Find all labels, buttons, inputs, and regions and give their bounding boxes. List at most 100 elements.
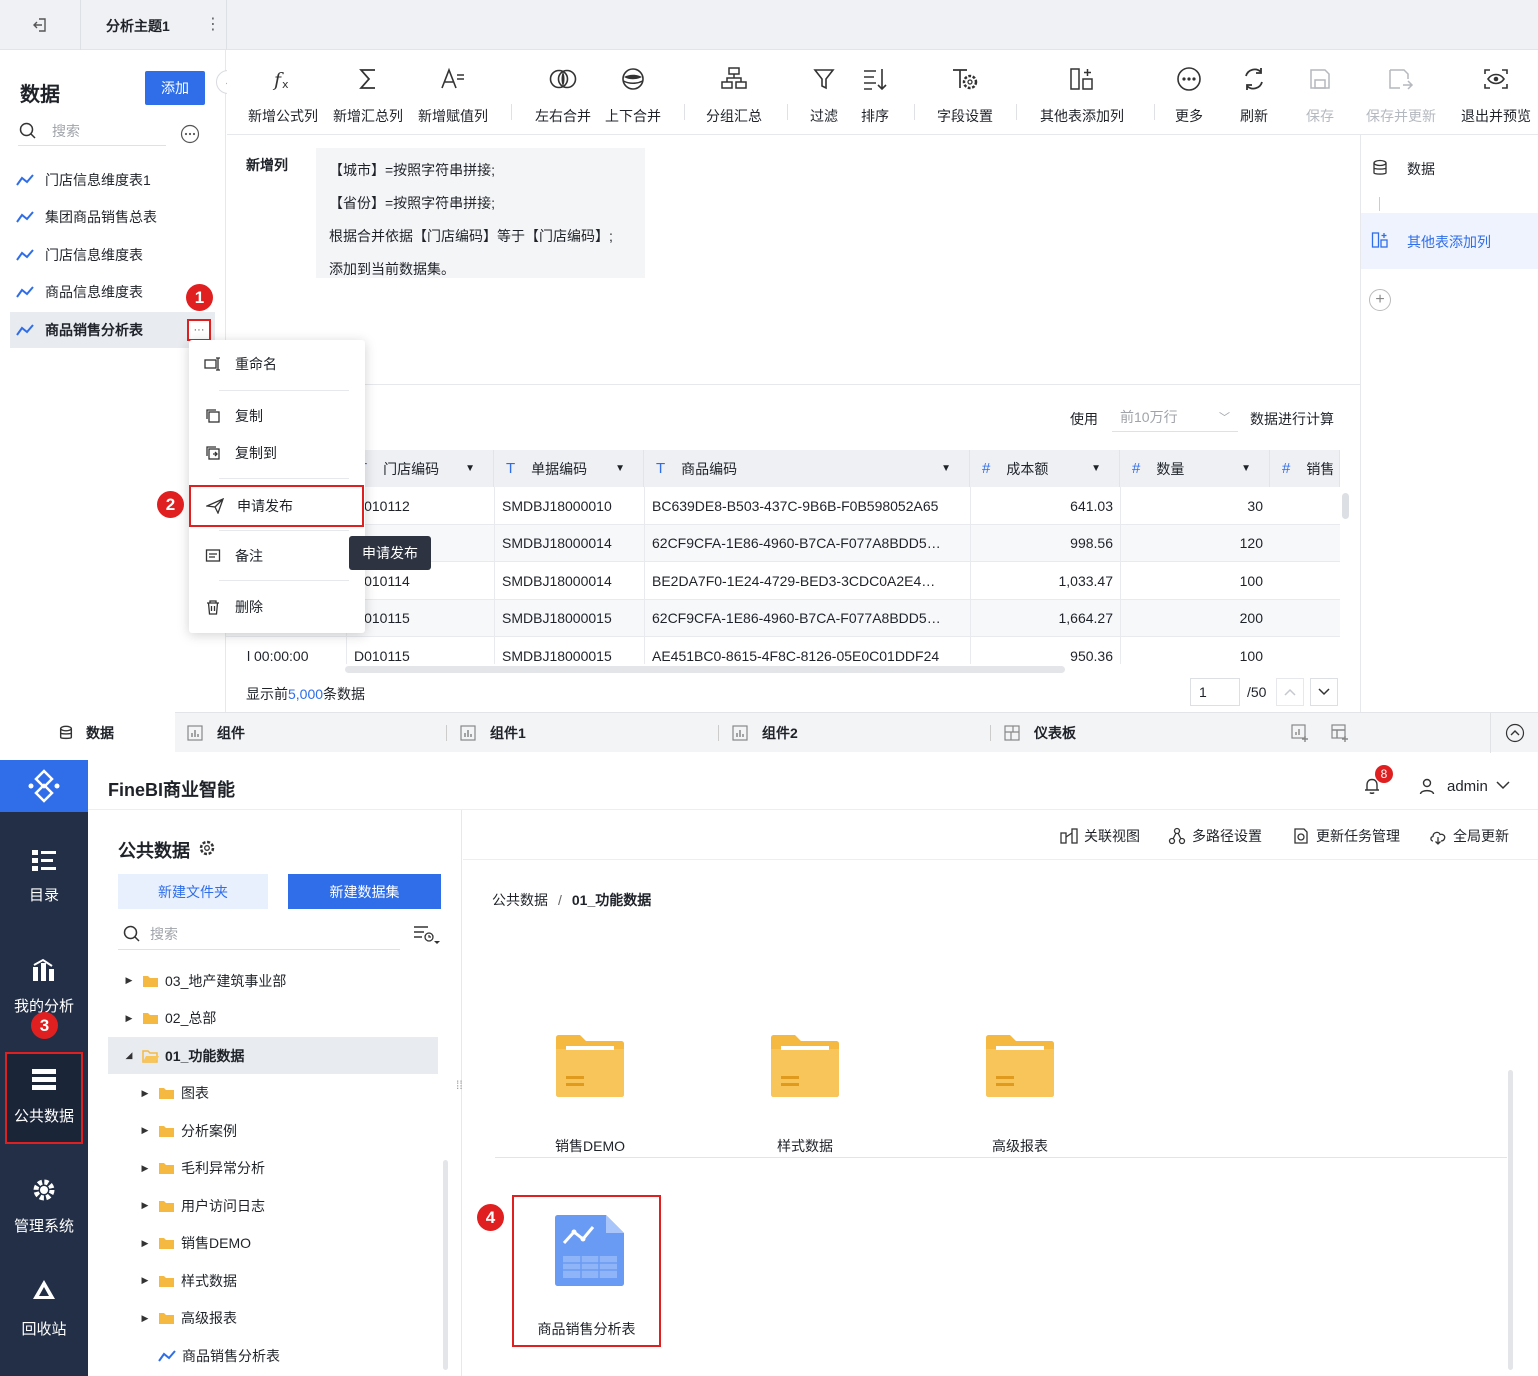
column-header[interactable]: T 单据编码 ▼ <box>494 450 644 487</box>
tab-component1[interactable]: 组件1 <box>460 713 526 753</box>
tree-dataset-item[interactable]: 商品销售分析表 <box>108 1337 438 1374</box>
caret-right-icon[interactable]: ▶ <box>140 1163 150 1174</box>
caret-right-icon[interactable]: ▶ <box>140 1313 150 1324</box>
vertical-scrollbar[interactable] <box>1342 493 1349 519</box>
page-next-button[interactable] <box>1310 678 1338 706</box>
horizontal-scrollbar[interactable] <box>345 666 1065 673</box>
menu-item-note[interactable]: 备注 <box>189 538 365 574</box>
add-dashboard-icon[interactable] <box>1330 723 1350 743</box>
sort-dropdown-icon[interactable]: ▼ <box>615 463 625 474</box>
row-limit-select[interactable]: 前10万行 ﹀ <box>1112 402 1238 432</box>
chevron-down-icon[interactable] <box>1496 780 1510 790</box>
dataset-item[interactable]: 门店信息维度表 <box>10 237 215 273</box>
dataset-item[interactable]: 集团商品销售总表 <box>10 199 215 235</box>
finebi-logo-icon[interactable] <box>0 760 88 812</box>
table-row[interactable]: D010112 SMDBJ18000010 BC639DE8-B503-437C-9… <box>226 487 1340 525</box>
toolbar-button-merge-lr[interactable]: 左右合并 <box>535 62 591 126</box>
update-task-button[interactable]: 更新任务管理 <box>1292 826 1400 846</box>
tree-folder-item[interactable]: ▶ 样式数据 <box>108 1262 438 1299</box>
new-dataset-button[interactable]: 新建数据集 <box>288 874 441 909</box>
tree-folder-item[interactable]: ◢ 01_功能数据 <box>108 1037 438 1074</box>
sort-filter-icon[interactable] <box>412 924 442 946</box>
toolbar-button-preview[interactable]: 退出并预览 <box>1461 62 1531 126</box>
folder-card[interactable]: 样式数据 <box>735 1032 875 1156</box>
tree-folder-item[interactable]: ▶ 用户访问日志 <box>108 1187 438 1224</box>
add-button[interactable]: 添加 <box>145 71 205 105</box>
column-header[interactable]: T门店编码▼ <box>346 450 494 487</box>
toolbar-button-save-update[interactable]: 保存并更新 <box>1366 62 1436 126</box>
multipath-button[interactable]: 多路径设置 <box>1168 826 1262 846</box>
toolbar-button-group[interactable]: 分组汇总 <box>706 62 762 126</box>
menu-item-delete[interactable]: 删除 <box>189 589 365 625</box>
column-header[interactable]: # 成本额 ▼ <box>970 450 1120 487</box>
nav-my-analysis[interactable]: 我的分析 <box>0 957 88 1016</box>
dataset-item-selected[interactable]: 商品销售分析表 <box>10 312 215 348</box>
tree-folder-item[interactable]: ▶ 分析案例 <box>108 1112 438 1149</box>
nav-admin[interactable]: 管理系统 <box>0 1177 88 1236</box>
page-input[interactable]: 1 <box>1190 678 1240 706</box>
tab-component[interactable]: 组件 <box>187 713 245 753</box>
step-item-data[interactable]: 数据 <box>1407 159 1435 179</box>
nav-public-data[interactable]: 公共数据 <box>0 1067 88 1126</box>
tree-folder-item[interactable]: ▶ 毛利异常分析 <box>108 1150 438 1187</box>
dataset-item[interactable]: 商品信息维度表 <box>10 274 215 310</box>
caret-right-icon[interactable]: ▶ <box>140 1088 150 1099</box>
sort-dropdown-icon[interactable]: ▼ <box>465 463 475 474</box>
column-header[interactable]: # 销售 <box>1270 450 1340 487</box>
table-row[interactable]: D010115 SMDBJ18000015 62CF9CFA-1E86-4960-B… <box>226 599 1340 637</box>
nav-catalog[interactable]: 目录 <box>0 848 88 905</box>
panel-more-icon[interactable] <box>180 124 200 144</box>
folder-card[interactable]: 高级报表 <box>950 1032 1090 1156</box>
caret-right-icon[interactable]: ▶ <box>140 1238 150 1249</box>
tree-folder-item[interactable]: ▶ 销售DEMO <box>108 1225 438 1262</box>
exit-icon[interactable] <box>30 15 50 35</box>
user-name[interactable]: admin <box>1447 778 1488 795</box>
folder-card[interactable]: 销售DEMO <box>520 1032 660 1156</box>
new-folder-button[interactable]: 新建文件夹 <box>118 874 268 909</box>
sort-dropdown-icon[interactable]: ▼ <box>1091 463 1101 474</box>
column-header[interactable]: T 商品编码 ▼ <box>644 450 970 487</box>
tab-data[interactable]: 数据 <box>58 713 114 753</box>
relation-view-button[interactable]: 关联视图 <box>1060 826 1140 846</box>
toolbar-button-field-settings[interactable]: 字段设置 <box>937 62 993 126</box>
theme-tab-title[interactable]: 分析主题1 <box>106 16 170 36</box>
column-header[interactable]: # 数量 ▼ <box>1120 450 1270 487</box>
collapse-up-icon[interactable] <box>1505 723 1525 743</box>
tree-scrollbar[interactable] <box>443 1160 448 1370</box>
nav-recycle[interactable]: 回收站 <box>0 1278 88 1339</box>
settings-gear-icon[interactable] <box>198 839 216 857</box>
caret-right-icon[interactable]: ▶ <box>124 975 134 986</box>
add-component-icon[interactable] <box>1290 723 1310 743</box>
sort-dropdown-icon[interactable]: ▼ <box>941 463 951 474</box>
page-prev-button[interactable] <box>1276 678 1304 706</box>
dataset-card[interactable]: 商品销售分析表 <box>512 1195 661 1347</box>
toolbar-button-sigma[interactable]: 新增汇总列 <box>333 62 403 126</box>
toolbar-button-merge-ud[interactable]: 上下合并 <box>605 62 661 126</box>
toolbar-button-save[interactable]: 保存 <box>1306 62 1334 126</box>
toolbar-button-filter[interactable]: 过滤 <box>810 62 838 126</box>
menu-item-copy[interactable]: 复制 <box>189 398 365 434</box>
toolbar-button-formula[interactable]: f x 新增公式列 <box>248 62 318 126</box>
add-step-icon[interactable]: + <box>1369 289 1391 311</box>
tab-dashboard[interactable]: 仪表板 <box>1004 713 1076 753</box>
caret-down-icon[interactable]: ◢ <box>124 1050 134 1061</box>
toolbar-button-add-column[interactable]: 其他表添加列 <box>1040 62 1124 126</box>
menu-item-rename[interactable]: 重命名 <box>189 346 365 382</box>
tab-more-icon[interactable]: ⋮ <box>205 14 221 34</box>
tab-component2[interactable]: 组件2 <box>732 713 798 753</box>
data-search-input[interactable]: 搜索 <box>18 116 166 146</box>
caret-right-icon[interactable]: ▶ <box>140 1275 150 1286</box>
sort-dropdown-icon[interactable]: ▼ <box>1241 463 1251 474</box>
dataset-more-button[interactable]: ··· <box>187 319 211 341</box>
tree-search-input[interactable]: 搜索 <box>118 918 400 950</box>
content-scrollbar[interactable] <box>1508 1070 1513 1370</box>
tree-folder-item[interactable]: ▶ 图表 <box>108 1075 438 1112</box>
caret-right-icon[interactable]: ▶ <box>140 1200 150 1211</box>
caret-right-icon[interactable]: ▶ <box>140 1125 150 1136</box>
toolbar-button-assign[interactable]: 新增赋值列 <box>418 62 488 126</box>
tree-folder-item[interactable]: ▶ 02_总部 <box>108 1000 438 1037</box>
tree-folder-item[interactable]: ▶ 高级报表 <box>108 1300 438 1337</box>
toolbar-button-sort[interactable]: 排序 <box>861 62 889 126</box>
global-update-button[interactable]: 全局更新 <box>1429 826 1509 846</box>
menu-item-copy-to[interactable]: 复制到 <box>189 435 365 471</box>
